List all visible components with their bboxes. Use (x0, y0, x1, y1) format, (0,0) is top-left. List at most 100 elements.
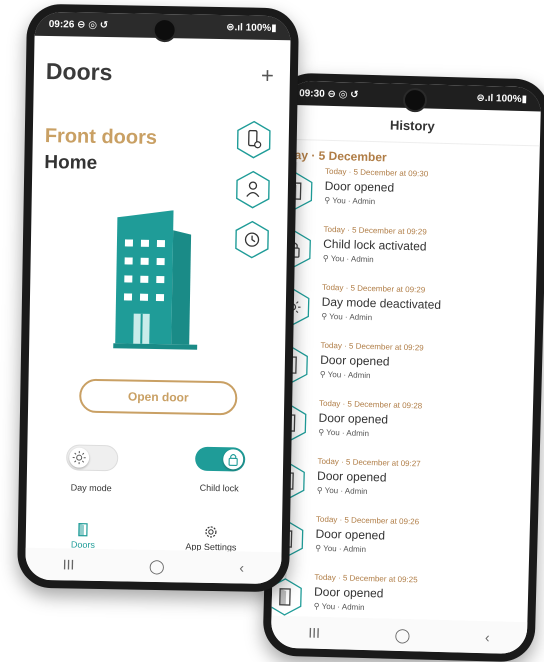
door-icon (77, 523, 89, 537)
event-title: Day mode deactivated (322, 295, 442, 312)
history-event[interactable]: Today · 5 December at 09:29Door opened⚲ … (277, 336, 534, 401)
event-title: Door opened (315, 527, 419, 544)
recent-apps-button[interactable]: III (63, 556, 75, 572)
event-title: Child lock activated (323, 237, 427, 254)
doors-phone: 09:26 ⊖ ◎ ↺ ⊜.ıl 100%▮ Doors + Front doo… (17, 4, 299, 593)
history-phone: 09:30 ⊖ ◎ ↺ ⊜.ıl 100%▮ ← History Today ·… (262, 73, 544, 662)
sun-icon (72, 451, 86, 465)
history-event[interactable]: Today · 5 December at 09:30Door opened⚲ … (282, 162, 539, 227)
user-icon (236, 170, 271, 209)
status-signal: ⊜.ıl 100%▮ (476, 92, 527, 104)
event-text: Today · 5 December at 09:26Door opened⚲ … (315, 515, 419, 556)
event-time: Today · 5 December at 09:26 (316, 515, 419, 527)
gear-icon (204, 525, 218, 539)
event-text: Today · 5 December at 09:27Door opened⚲ … (317, 457, 421, 498)
event-user-label: You · Admin (322, 602, 365, 612)
page-title: History (390, 117, 435, 133)
event-user: ⚲ You · Admin (323, 254, 427, 266)
event-text: Today · 5 December at 09:29Day mode deac… (321, 283, 441, 324)
user-icon: ⚲ (324, 196, 332, 205)
event-time: Today · 5 December at 09:29 (320, 341, 423, 353)
toggle-knob (69, 447, 89, 467)
history-event[interactable]: Today · 5 December at 09:29Child lock ac… (280, 220, 537, 285)
event-time: Today · 5 December at 09:28 (319, 399, 422, 411)
event-time: Today · 5 December at 09:27 (317, 457, 420, 469)
status-time: 09:30 ⊖ ◎ ↺ (299, 88, 359, 101)
event-time: Today · 5 December at 09:30 (325, 167, 428, 179)
history-event[interactable]: Today · 5 December at 09:27Door opened⚲ … (274, 452, 531, 517)
event-user: ⚲ You · Admin (321, 312, 441, 324)
user-icon: ⚲ (323, 254, 331, 263)
history-timeline: Today · 5 December at 09:30Door opened⚲ … (271, 162, 539, 633)
event-user-label: You · Admin (325, 486, 368, 496)
event-time: Today · 5 December at 09:29 (323, 225, 427, 237)
event-user: ⚲ You · Admin (314, 602, 417, 614)
event-title: Door opened (320, 353, 424, 370)
back-button[interactable]: ‹ (485, 629, 490, 645)
system-navbar: III ◯ ‹ (25, 548, 282, 584)
event-user-label: You · Admin (329, 312, 372, 322)
event-user-label: You · Admin (332, 196, 375, 206)
child-lock-icon (226, 452, 240, 466)
user-icon: ⚲ (321, 312, 329, 321)
event-list: Today · 5 December at 09:30Door opened⚲ … (271, 162, 539, 633)
doors-screen: 09:26 ⊖ ◎ ↺ ⊜.ıl 100%▮ Doors + Front doo… (25, 12, 291, 584)
history-screen: 09:30 ⊖ ◎ ↺ ⊜.ıl 100%▮ ← History Today ·… (271, 81, 542, 655)
recent-apps-button[interactable]: III (308, 625, 320, 641)
event-user-label: You · Admin (326, 428, 369, 438)
event-text: Today · 5 December at 09:29Door opened⚲ … (320, 341, 424, 382)
child-lock-toggle[interactable] (194, 447, 244, 472)
event-title: Door opened (318, 411, 422, 428)
back-button[interactable]: ‹ (239, 559, 244, 575)
child-lock-control: Child lock (194, 447, 245, 496)
door-actions (235, 120, 271, 259)
open-door-button[interactable]: Open door (79, 379, 238, 416)
app-header: Doors + (34, 36, 291, 89)
status-signal: ⊜.ıl 100%▮ (226, 22, 277, 34)
event-title: Door opened (317, 469, 421, 486)
event-title: Door opened (314, 585, 418, 602)
event-user: ⚲ You · Admin (315, 544, 418, 556)
tab-app-settings[interactable]: App Settings (185, 525, 237, 553)
event-user: ⚲ You · Admin (324, 196, 427, 208)
users-button[interactable] (236, 170, 271, 209)
user-icon: ⚲ (314, 602, 322, 611)
event-user: ⚲ You · Admin (320, 370, 423, 382)
event-time: Today · 5 December at 09:25 (314, 573, 417, 585)
history-event[interactable]: Today · 5 December at 09:26Door opened⚲ … (273, 510, 530, 575)
user-icon: ⚲ (315, 544, 323, 553)
event-user-label: You · Admin (328, 370, 371, 380)
event-user-label: You · Admin (323, 544, 366, 554)
history-event[interactable]: Today · 5 December at 09:28Door opened⚲ … (276, 394, 533, 459)
day-mode-toggle[interactable] (65, 444, 117, 471)
event-user: ⚲ You · Admin (318, 428, 421, 440)
user-icon: ⚲ (317, 486, 325, 495)
page-title: Doors (46, 58, 113, 86)
tab-doors[interactable]: Doors (71, 523, 95, 550)
event-time: Today · 5 December at 09:29 (322, 283, 442, 295)
door-info: Front doors Home (32, 125, 289, 178)
building-illustration (113, 209, 202, 355)
day-mode-control: Day mode (65, 444, 118, 493)
user-icon: ⚲ (318, 428, 326, 437)
history-button[interactable] (235, 220, 270, 259)
event-user-label: You · Admin (331, 254, 374, 264)
day-mode-label: Day mode (71, 483, 112, 494)
event-text: Today · 5 December at 09:30Door opened⚲ … (324, 167, 428, 208)
device-settings-icon (236, 120, 271, 159)
home-button[interactable]: ◯ (394, 626, 410, 643)
history-icon (235, 220, 270, 259)
add-door-button[interactable]: + (261, 62, 274, 88)
building-icon (113, 209, 201, 350)
child-lock-label: Child lock (200, 483, 239, 494)
event-text: Today · 5 December at 09:28Door opened⚲ … (318, 399, 422, 440)
device-settings-button[interactable] (236, 120, 271, 159)
status-time: 09:26 ⊖ ◎ ↺ (49, 19, 109, 31)
event-text: Today · 5 December at 09:29Child lock ac… (323, 225, 427, 266)
home-button[interactable]: ◯ (149, 557, 165, 574)
history-header: ← History (284, 105, 541, 147)
history-event[interactable]: Today · 5 December at 09:29Day mode deac… (279, 278, 536, 343)
mode-toggles: Day mode Child lock (27, 444, 284, 496)
event-title: Door opened (325, 179, 429, 196)
toggle-knob (223, 449, 243, 469)
